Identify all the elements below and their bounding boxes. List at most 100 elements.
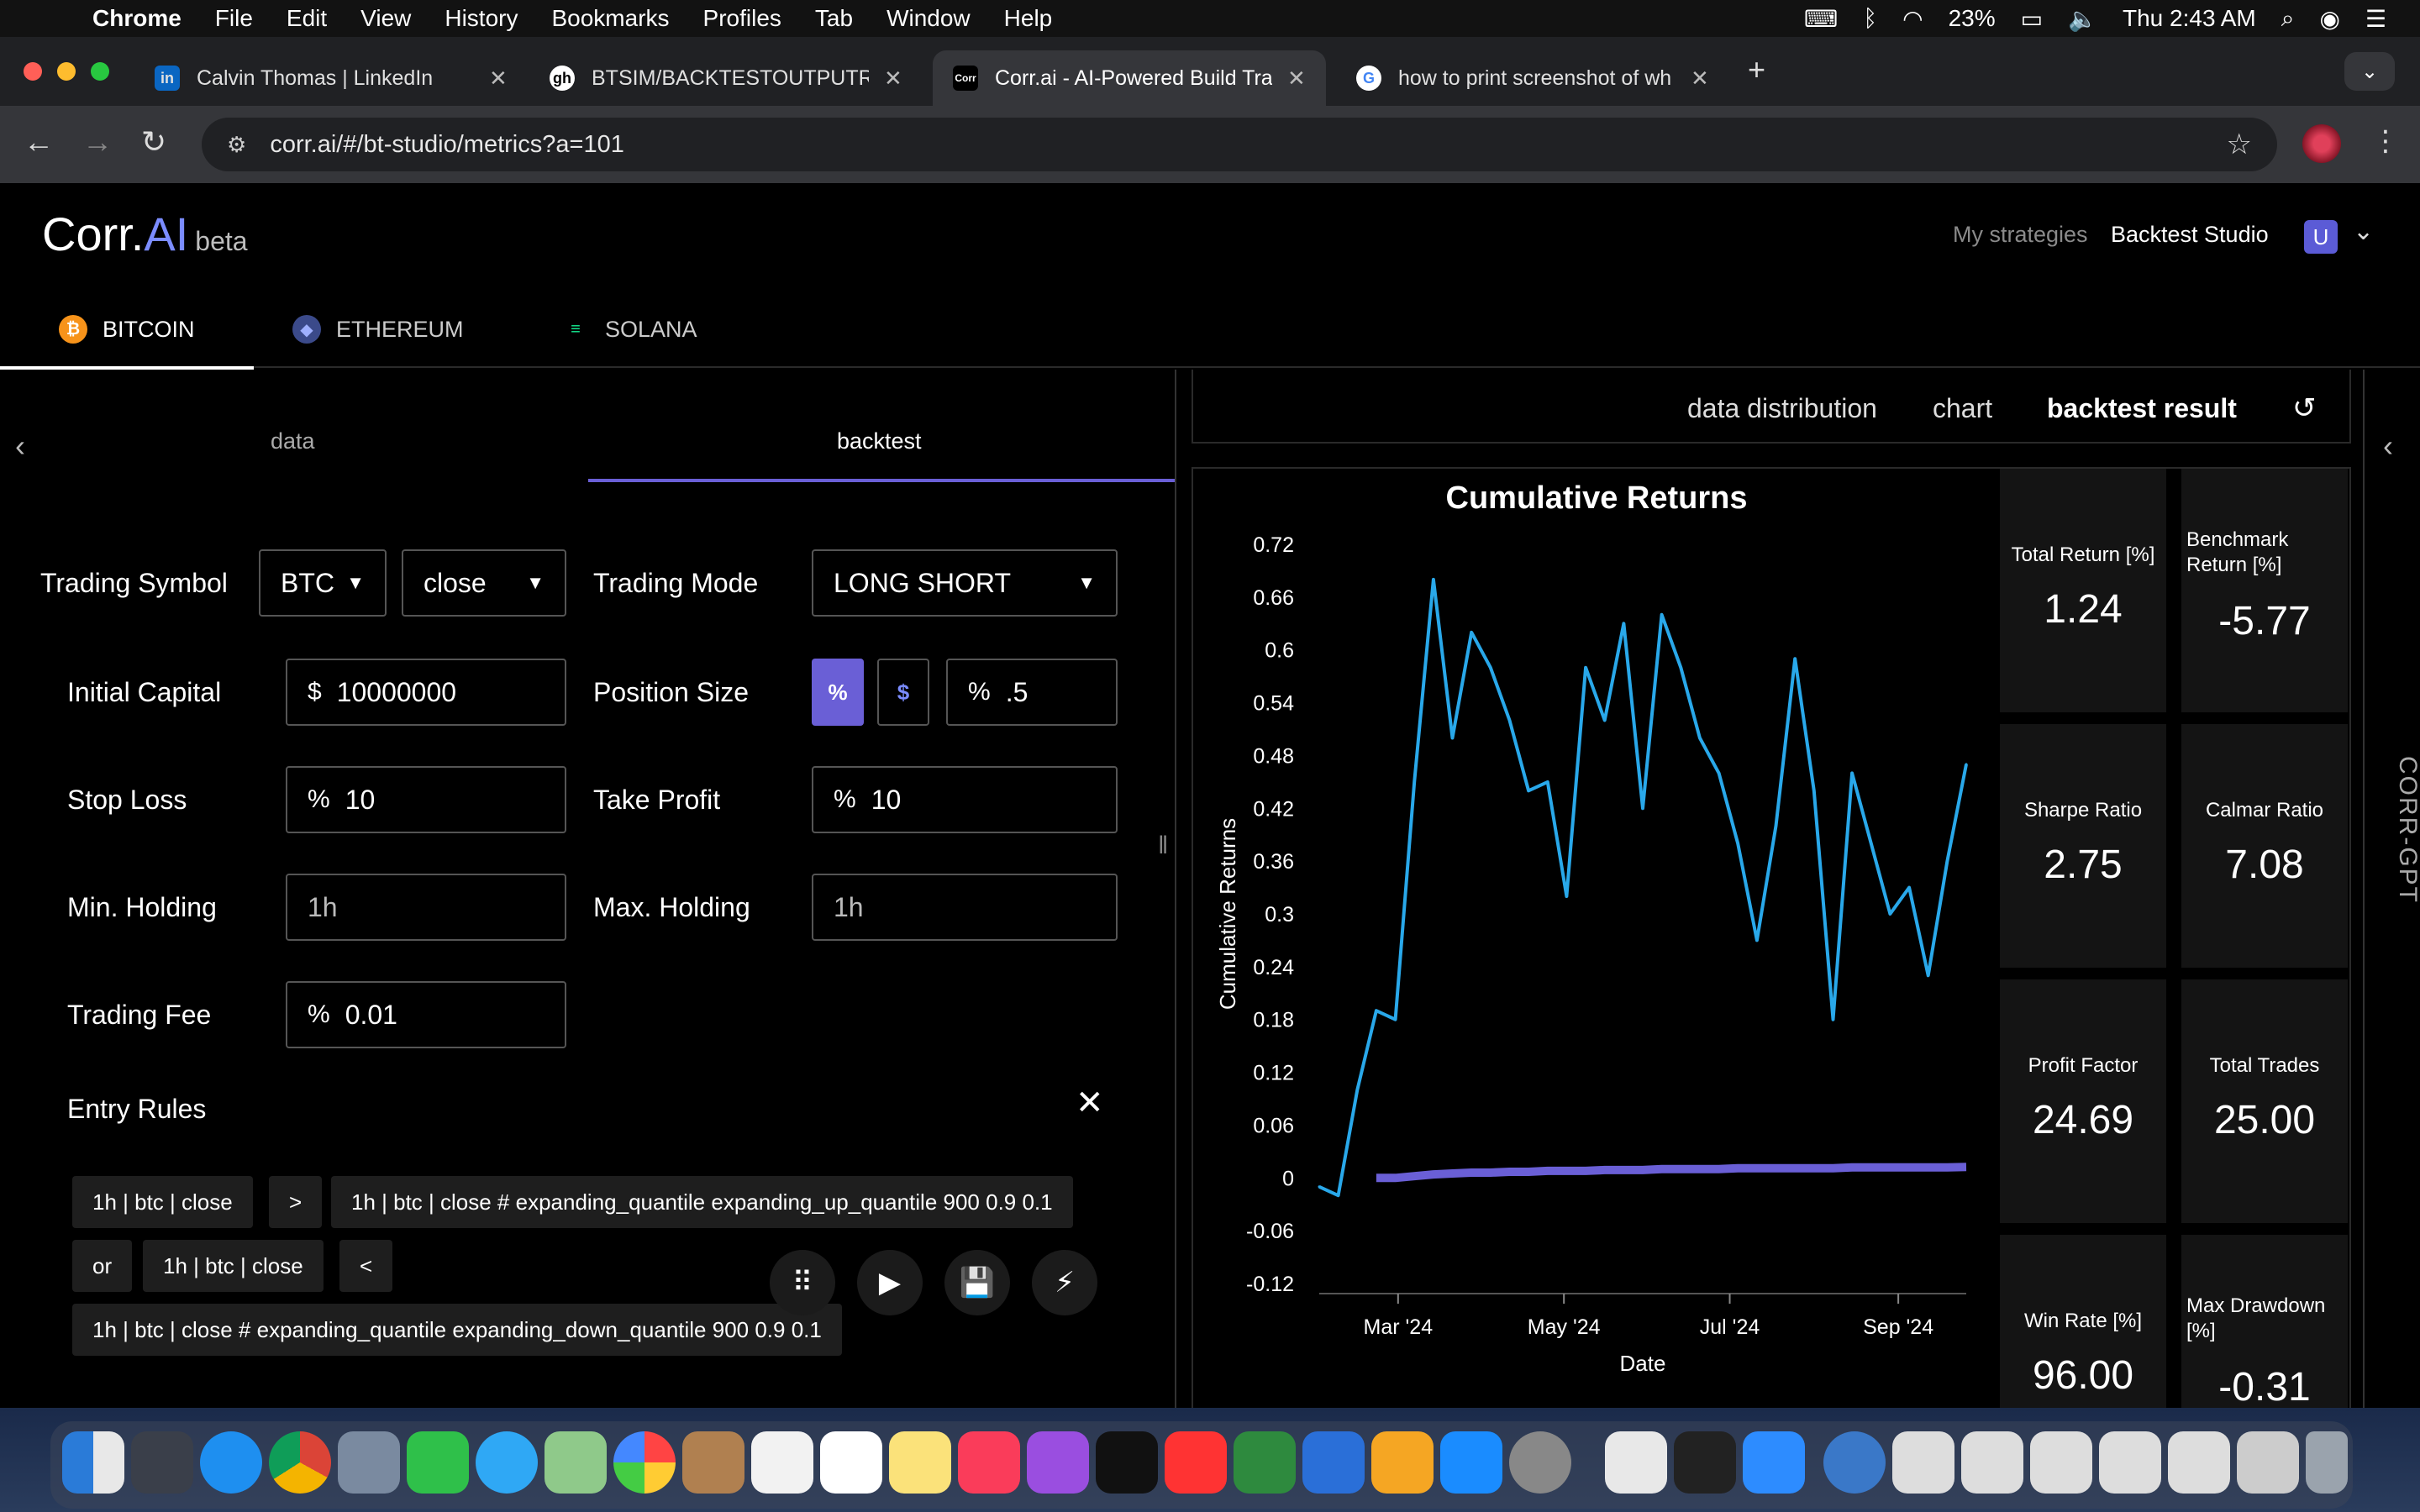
rule-operator-chip[interactable]: > (269, 1176, 323, 1228)
menu-profiles[interactable]: Profiles (703, 5, 781, 32)
tab-search-chevron-icon[interactable]: ⌄ (2344, 52, 2395, 91)
tab-close-icon[interactable]: ✕ (884, 66, 902, 92)
address-url[interactable]: corr.ai/#/bt-studio/metrics?a=101 (270, 131, 624, 159)
system-settings-icon[interactable] (1509, 1431, 1571, 1494)
window-thumbnail-icon[interactable] (2099, 1431, 2161, 1494)
menubar-clock[interactable]: Thu 2:43 AM (2123, 5, 2256, 32)
browser-tab-google[interactable]: G how to print screenshot of wh ✕ (1336, 50, 1729, 106)
photos-icon[interactable] (613, 1431, 676, 1494)
volume-icon[interactable]: 🔈 (2068, 5, 2097, 33)
spotlight-search-icon[interactable]: ⌕ (2281, 5, 2295, 33)
tab-data-distribution[interactable]: data distribution (1687, 393, 1877, 424)
menu-file[interactable]: File (215, 5, 253, 32)
user-avatar[interactable]: U (2304, 220, 2338, 254)
asset-tab-ethereum[interactable]: ◆ ETHEREUM (292, 291, 464, 368)
control-center-icon[interactable]: ☰ (2365, 5, 2386, 33)
lightning-icon[interactable]: ⚡ (1032, 1250, 1097, 1315)
chevron-left-icon[interactable]: ‹ (2383, 428, 2393, 464)
numbers-icon[interactable] (1234, 1431, 1296, 1494)
menu-help[interactable]: Help (1004, 5, 1053, 32)
messages-icon[interactable] (476, 1431, 538, 1494)
cube-app-icon[interactable] (1674, 1431, 1736, 1494)
stop-loss-input[interactable]: % 10 (286, 766, 566, 833)
new-tab-plus-icon[interactable]: + (1748, 52, 1765, 87)
corr-gpt-label[interactable]: CORR-GPT (2371, 756, 2420, 904)
nav-my-strategies[interactable]: My strategies (1953, 222, 2088, 248)
tab-close-icon[interactable]: ✕ (489, 66, 508, 92)
notes-icon[interactable] (889, 1431, 951, 1494)
trash-icon[interactable] (2306, 1431, 2348, 1494)
browser-tab-corr-ai[interactable]: Corr Corr.ai - AI-Powered Build Tra ✕ (933, 50, 1326, 106)
browser-tab-github[interactable]: gh BTSIM/BACKTESTOUTPUTRE ✕ (529, 50, 923, 106)
subtab-data[interactable]: data (271, 428, 315, 454)
site-settings-icon[interactable]: ⚙ (227, 132, 246, 158)
rule-operand-chip[interactable]: 1h | btc | close # expanding_quantile ex… (331, 1176, 1073, 1228)
safari-icon[interactable] (200, 1431, 262, 1494)
reminders-icon[interactable] (820, 1431, 882, 1494)
menu-history[interactable]: History (445, 5, 518, 32)
rule-operand-chip[interactable]: 1h | btc | close (72, 1176, 253, 1228)
rule-logic-chip[interactable]: or (72, 1240, 133, 1292)
trading-fee-input[interactable]: % 0.01 (286, 981, 566, 1048)
rule-operand-chip[interactable]: 1h | btc | close (143, 1240, 324, 1292)
max-holding-input[interactable]: 1h (812, 874, 1118, 941)
subtab-backtest[interactable]: backtest (837, 428, 922, 454)
rule-operator-chip[interactable]: < (339, 1240, 393, 1292)
symbol-select[interactable]: BTC ▼ (259, 549, 387, 617)
corr-gpt-sidebar[interactable]: ‹ CORR-GPT (2363, 370, 2420, 1408)
chrome-icon[interactable] (269, 1431, 331, 1494)
launchpad-icon[interactable] (131, 1431, 193, 1494)
reload-icon[interactable]: ↻ (141, 124, 166, 160)
address-bar[interactable]: ⚙ corr.ai/#/bt-studio/metrics?a=101 ☆ (202, 118, 2277, 171)
chevron-left-icon[interactable]: ‹ (15, 428, 25, 464)
battery-icon[interactable]: ▭ (2021, 5, 2043, 33)
siri-icon[interactable]: ◉ (2319, 5, 2339, 33)
apple-tv-icon[interactable] (1096, 1431, 1158, 1494)
music-icon[interactable] (958, 1431, 1020, 1494)
corr-ai-logo[interactable]: Corr.AI beta (42, 207, 248, 261)
window-thumbnail-icon[interactable] (2030, 1431, 2092, 1494)
price-field-select[interactable]: close ▼ (402, 549, 566, 617)
menu-tab[interactable]: Tab (815, 5, 853, 32)
zoom-icon[interactable] (1743, 1431, 1805, 1494)
window-thumbnail-icon[interactable] (1961, 1431, 2023, 1494)
tab-close-icon[interactable]: ✕ (1691, 66, 1709, 92)
play-icon[interactable]: ▶ (857, 1250, 923, 1315)
menu-bookmarks[interactable]: Bookmarks (551, 5, 669, 32)
news-icon[interactable] (1165, 1431, 1227, 1494)
nav-backtest-studio[interactable]: Backtest Studio (2111, 222, 2269, 248)
position-percent-toggle[interactable]: % (812, 659, 864, 726)
mail-icon[interactable] (338, 1431, 400, 1494)
facetime-icon[interactable] (407, 1431, 469, 1494)
window-thumbnail-icon[interactable] (2168, 1431, 2230, 1494)
keynote-icon[interactable] (1302, 1431, 1365, 1494)
grid-menu-icon[interactable]: ⠿ (770, 1250, 835, 1315)
rule-operand-chip[interactable]: 1h | btc | close # expanding_quantile ex… (72, 1304, 842, 1356)
pages-icon[interactable] (1371, 1431, 1434, 1494)
asset-tab-solana[interactable]: ≡ SOLANA (561, 291, 697, 368)
chevron-down-icon[interactable]: ⌄ (2353, 217, 2374, 246)
tab-chart[interactable]: chart (1933, 393, 1992, 424)
menu-window[interactable]: Window (886, 5, 971, 32)
back-arrow-icon[interactable]: ← (24, 124, 54, 160)
min-holding-input[interactable]: 1h (286, 874, 566, 941)
app-store-icon[interactable] (1440, 1431, 1502, 1494)
initial-capital-input[interactable]: $ 10000000 (286, 659, 566, 726)
resize-grip-icon[interactable]: ‖ (1158, 832, 1168, 860)
bluetooth-icon[interactable]: ᛒ (1863, 5, 1877, 32)
bookmark-star-icon[interactable]: ☆ (2227, 128, 2252, 161)
asset-tab-bitcoin[interactable]: ₿ BITCOIN (0, 291, 253, 370)
document-icon[interactable] (1605, 1431, 1667, 1494)
tab-backtest-result[interactable]: backtest result (2047, 393, 2237, 424)
menu-app-name[interactable]: Chrome (92, 5, 182, 32)
wifi-icon[interactable]: ◠ (1902, 5, 1923, 33)
history-icon[interactable]: ↺ (2292, 391, 2317, 425)
calendar-icon[interactable] (751, 1431, 813, 1494)
maps-icon[interactable] (544, 1431, 607, 1494)
trading-mode-select[interactable]: LONG SHORT ▼ (812, 549, 1118, 617)
menu-edit[interactable]: Edit (287, 5, 327, 32)
podcasts-icon[interactable] (1027, 1431, 1089, 1494)
contacts-icon[interactable] (682, 1431, 744, 1494)
more-menu-icon[interactable]: ⋮ (2371, 124, 2400, 158)
profile-avatar[interactable] (2302, 124, 2341, 163)
